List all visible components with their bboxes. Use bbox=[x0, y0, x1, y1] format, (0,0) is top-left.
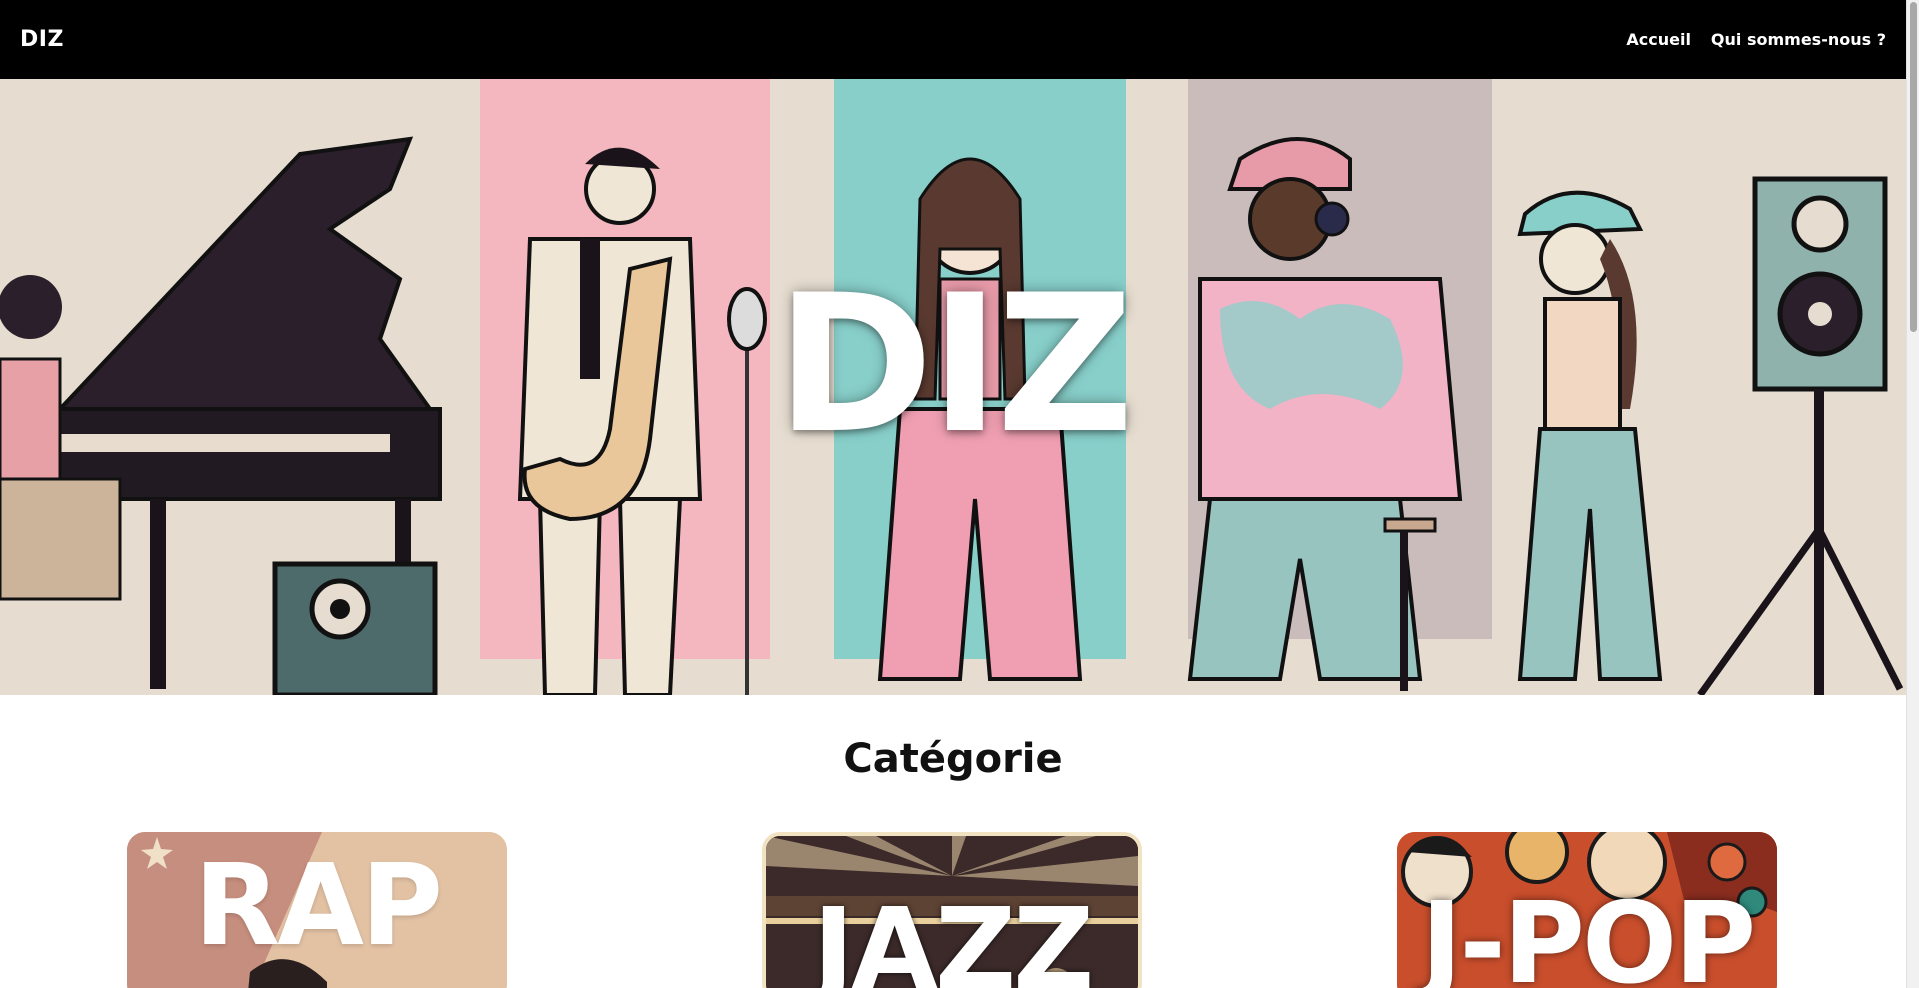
page-scrollbar[interactable] bbox=[1906, 0, 1919, 988]
category-heading: Catégorie bbox=[843, 736, 1063, 782]
scrollbar-thumb[interactable] bbox=[1910, 2, 1917, 332]
category-card-jpop[interactable]: J-POP bbox=[1397, 832, 1777, 988]
nav-link-accueil[interactable]: Accueil bbox=[1626, 30, 1691, 49]
card-label-jazz: JAZZ bbox=[812, 885, 1095, 988]
card-label-rap: RAP bbox=[193, 841, 443, 971]
category-card-jazz[interactable]: JAZZ bbox=[762, 832, 1142, 988]
card-label-jpop: J-POP bbox=[1420, 879, 1757, 988]
nav-link-qui-sommes-nous[interactable]: Qui sommes-nous ? bbox=[1711, 30, 1886, 49]
nav-links: Accueil Qui sommes-nous ? bbox=[1626, 30, 1886, 49]
hero-title: DIZ bbox=[775, 254, 1134, 475]
top-navbar: DIZ Accueil Qui sommes-nous ? bbox=[0, 0, 1906, 79]
hero-banner: DIZ bbox=[0, 79, 1906, 695]
brand-logo-link[interactable]: DIZ bbox=[20, 27, 64, 52]
category-card-rap[interactable]: RAP bbox=[127, 832, 507, 988]
